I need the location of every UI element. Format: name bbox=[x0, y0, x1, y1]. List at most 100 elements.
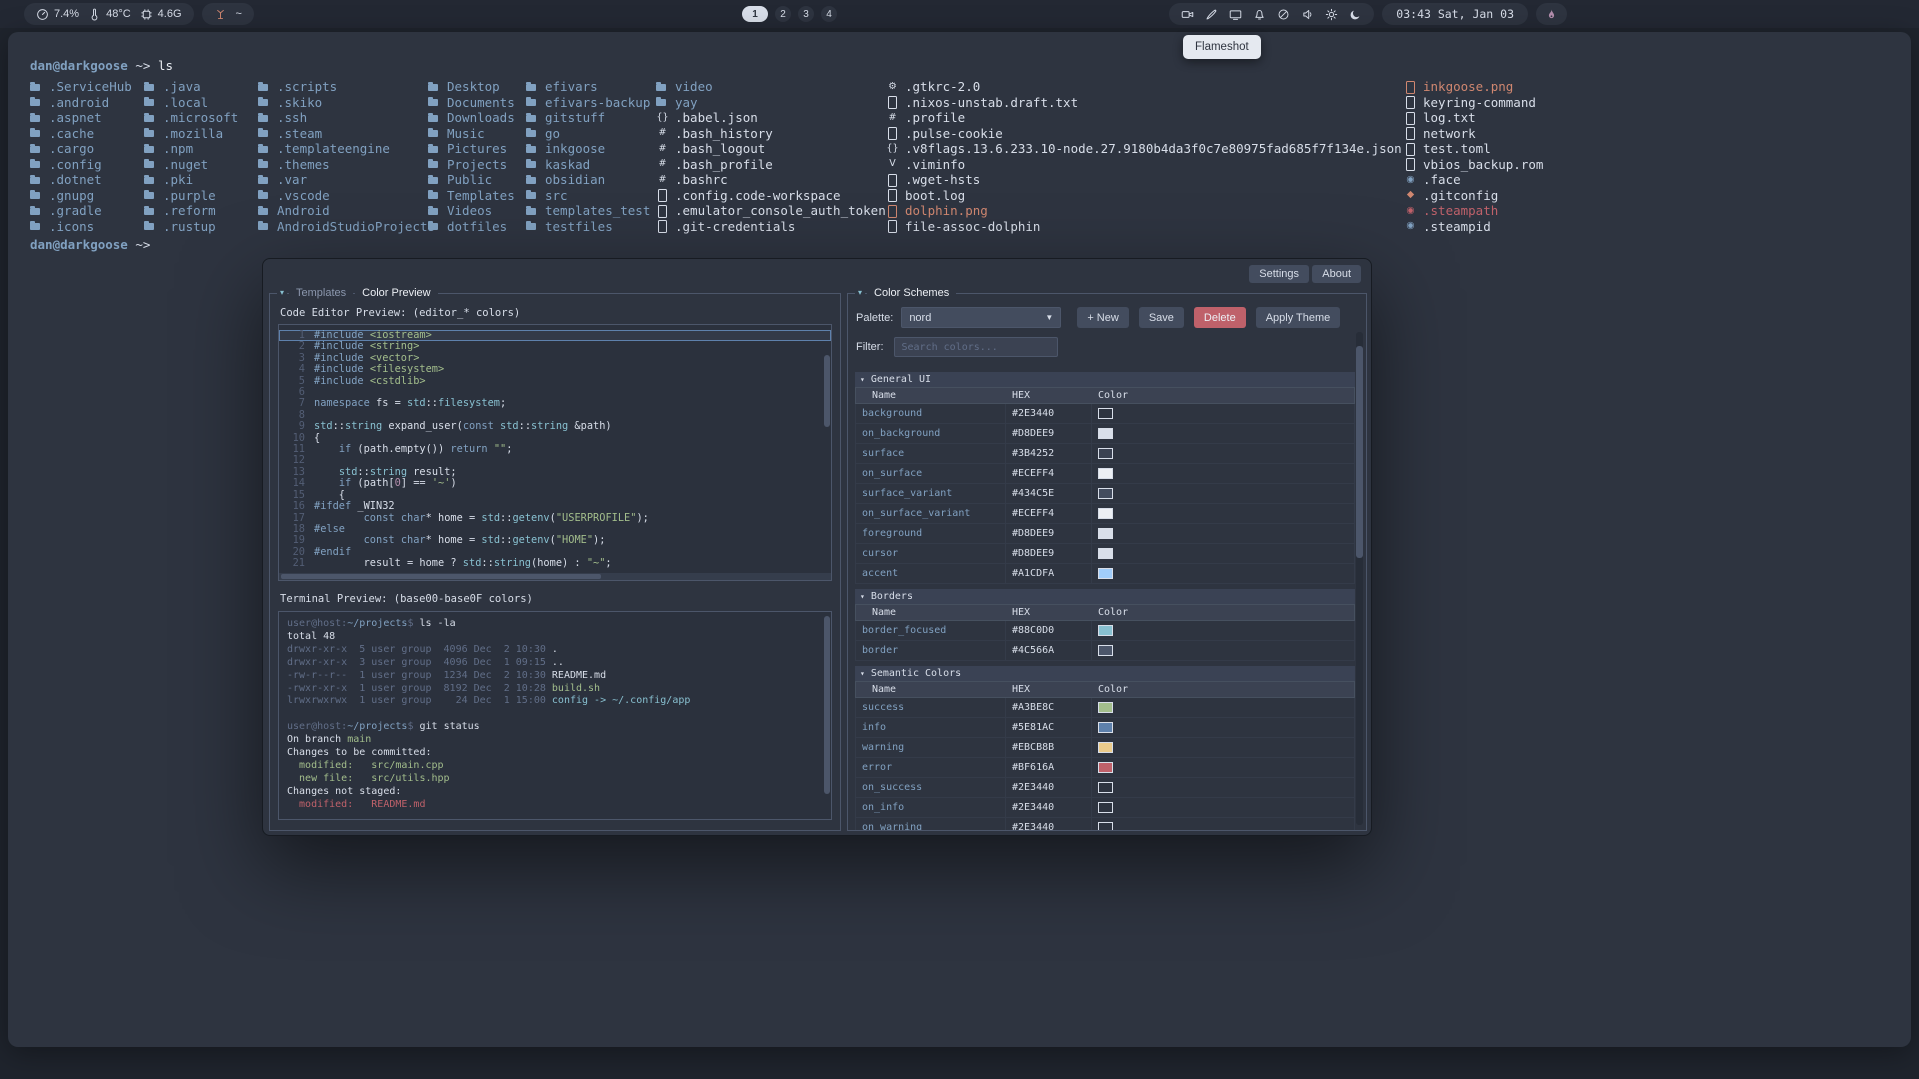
section-collapse-icon[interactable]: ▾ bbox=[860, 375, 865, 384]
color-row[interactable]: on_background#D8DEE9 bbox=[855, 424, 1355, 444]
apply-theme-button[interactable]: Apply Theme bbox=[1256, 307, 1341, 328]
column-header: Name bbox=[856, 607, 1006, 618]
color-swatch[interactable] bbox=[1098, 645, 1113, 656]
file-name: video bbox=[675, 79, 713, 94]
color-cell bbox=[1092, 544, 1354, 563]
palette-select[interactable]: nord ▼ bbox=[901, 307, 1061, 328]
brush-icon[interactable] bbox=[1205, 8, 1218, 21]
file-name: src bbox=[545, 188, 568, 203]
new-palette-button[interactable]: + New bbox=[1077, 307, 1129, 328]
color-row[interactable]: accent#A1CDFA bbox=[855, 564, 1355, 584]
color-row[interactable]: on_surface_variant#ECEFF4 bbox=[855, 504, 1355, 524]
code-editor-preview: 1#include <iostream>2#include <string>3#… bbox=[278, 324, 832, 581]
color-swatch[interactable] bbox=[1098, 528, 1113, 539]
folder-icon bbox=[258, 205, 271, 217]
terminal-vertical-scrollbar[interactable] bbox=[824, 614, 830, 810]
folder-icon bbox=[526, 174, 539, 186]
section-collapse-icon[interactable]: ▾ bbox=[860, 669, 865, 678]
tab-color-schemes[interactable]: Color Schemes bbox=[867, 285, 956, 301]
color-row[interactable]: background#2E3440 bbox=[855, 404, 1355, 424]
color-row[interactable]: border_focused#88C0D0 bbox=[855, 621, 1355, 641]
systray[interactable] bbox=[1536, 3, 1567, 25]
color-swatch[interactable] bbox=[1098, 488, 1113, 499]
workspace-2[interactable]: 2 bbox=[775, 6, 791, 22]
tab-color-preview[interactable]: Color Preview bbox=[355, 285, 437, 301]
section-collapse-icon[interactable]: ▾ bbox=[860, 592, 865, 601]
folder-icon bbox=[428, 143, 441, 155]
flameshot-tray-icon[interactable] bbox=[1545, 8, 1558, 21]
about-button[interactable]: About bbox=[1312, 265, 1361, 283]
color-swatch[interactable] bbox=[1098, 625, 1113, 636]
workspace-4[interactable]: 4 bbox=[821, 6, 837, 22]
color-row[interactable]: surface#3B4252 bbox=[855, 444, 1355, 464]
moon-icon[interactable] bbox=[1349, 8, 1362, 21]
color-row[interactable]: cursor#D8DEE9 bbox=[855, 544, 1355, 564]
color-row[interactable]: error#BF616A bbox=[855, 758, 1355, 778]
column-header: Color bbox=[1092, 390, 1354, 401]
file-item: obsidian bbox=[526, 172, 650, 188]
folder-icon bbox=[30, 189, 43, 201]
color-swatch[interactable] bbox=[1098, 568, 1113, 579]
color-swatch[interactable] bbox=[1098, 508, 1113, 519]
color-row[interactable]: on_success#2E3440 bbox=[855, 778, 1355, 798]
pane-scrollbar[interactable] bbox=[1356, 332, 1363, 825]
color-row[interactable]: on_surface#ECEFF4 bbox=[855, 464, 1355, 484]
color-row[interactable]: border#4C566A bbox=[855, 641, 1355, 661]
pane-collapse-icon[interactable]: ▾ bbox=[277, 285, 287, 301]
line-number: 16 bbox=[279, 501, 305, 512]
color-hex: #2E3440 bbox=[1006, 798, 1092, 817]
file-name: dotfiles bbox=[447, 219, 507, 234]
scrollbar-thumb[interactable] bbox=[1356, 346, 1363, 558]
sun-icon[interactable] bbox=[1325, 8, 1338, 21]
color-swatch[interactable] bbox=[1098, 408, 1113, 419]
delete-button[interactable]: Delete bbox=[1194, 307, 1246, 328]
color-row[interactable]: info#5E81AC bbox=[855, 718, 1355, 738]
bell-icon[interactable] bbox=[1253, 8, 1266, 21]
color-row[interactable]: on_warning#2E3440 bbox=[855, 818, 1355, 831]
editor-horizontal-scrollbar[interactable] bbox=[279, 573, 831, 580]
color-swatch[interactable] bbox=[1098, 468, 1113, 479]
color-swatch[interactable] bbox=[1098, 762, 1113, 773]
color-name: warning bbox=[856, 738, 1006, 757]
section-header[interactable]: ▾Borders bbox=[855, 589, 1355, 604]
pointer-off-icon[interactable] bbox=[1277, 8, 1290, 21]
section-header[interactable]: ▾General UI bbox=[855, 372, 1355, 387]
file-item: Templates bbox=[428, 188, 515, 204]
color-swatch[interactable] bbox=[1098, 742, 1113, 753]
speaker-icon[interactable] bbox=[1301, 8, 1314, 21]
camera-icon[interactable] bbox=[1181, 8, 1194, 21]
folder-icon bbox=[144, 174, 157, 186]
settings-button[interactable]: Settings bbox=[1249, 265, 1309, 283]
section-header[interactable]: ▾Semantic Colors bbox=[855, 666, 1355, 681]
color-swatch[interactable] bbox=[1098, 448, 1113, 459]
screencast-icon[interactable] bbox=[1229, 8, 1242, 21]
color-swatch[interactable] bbox=[1098, 722, 1113, 733]
tab-templates[interactable]: Templates bbox=[289, 285, 353, 301]
editor-vertical-scrollbar[interactable] bbox=[824, 327, 830, 571]
color-swatch[interactable] bbox=[1098, 802, 1113, 813]
color-swatch[interactable] bbox=[1098, 782, 1113, 793]
color-swatch[interactable] bbox=[1098, 548, 1113, 559]
color-row[interactable]: success#A3BE8C bbox=[855, 698, 1355, 718]
save-button[interactable]: Save bbox=[1139, 307, 1184, 328]
color-swatch[interactable] bbox=[1098, 702, 1113, 713]
editor-line: 17 const char* home = std::getenv("USERP… bbox=[279, 513, 831, 524]
scrollbar-thumb[interactable] bbox=[281, 574, 601, 579]
color-row[interactable]: on_info#2E3440 bbox=[855, 798, 1355, 818]
memory-stat: 4.6G bbox=[140, 8, 182, 21]
filter-input[interactable] bbox=[894, 337, 1058, 357]
color-swatch[interactable] bbox=[1098, 428, 1113, 439]
file-icon bbox=[656, 205, 669, 217]
scrollbar-thumb[interactable] bbox=[824, 355, 830, 427]
color-hex: #EBCB8B bbox=[1006, 738, 1092, 757]
color-row[interactable]: foreground#D8DEE9 bbox=[855, 524, 1355, 544]
scrollbar-thumb[interactable] bbox=[824, 616, 830, 794]
pane-collapse-icon[interactable]: ▾ bbox=[855, 285, 865, 301]
workspace-3[interactable]: 3 bbox=[798, 6, 814, 22]
color-row[interactable]: surface_variant#434C5E bbox=[855, 484, 1355, 504]
prompt2-path: ~> bbox=[128, 237, 151, 252]
color-row[interactable]: warning#EBCB8B bbox=[855, 738, 1355, 758]
workspace-1[interactable]: 1 bbox=[742, 6, 768, 22]
color-swatch[interactable] bbox=[1098, 822, 1113, 831]
file-item: kaskad bbox=[526, 157, 650, 173]
